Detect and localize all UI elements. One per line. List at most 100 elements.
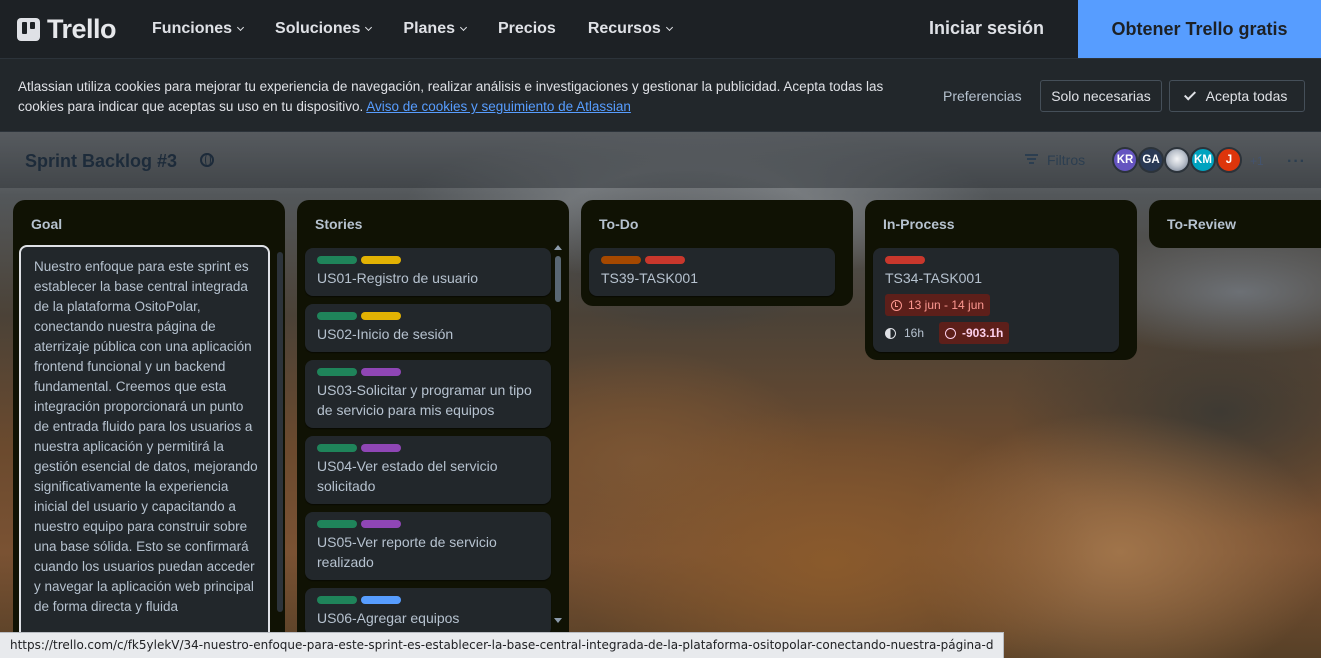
get-trello-free-button[interactable]: Obtener Trello gratis	[1078, 0, 1321, 58]
due-date-badge[interactable]: 13 jun - 14 jun	[885, 294, 991, 316]
label-chip[interactable]	[645, 256, 685, 264]
clock-icon	[891, 299, 902, 311]
filters-button[interactable]: Filtros	[1047, 152, 1085, 168]
list-title[interactable]: In-Process	[883, 216, 955, 232]
top-nav: Trello Funciones Soluciones Planes Preci…	[0, 0, 1321, 58]
time-spent-badge: -903.1h	[939, 322, 1010, 344]
card-labels	[317, 256, 405, 264]
nav-planes[interactable]: Planes	[403, 20, 468, 38]
label-chip[interactable]	[317, 444, 357, 452]
nav-soluciones[interactable]: Soluciones	[275, 20, 373, 38]
avatar[interactable]	[1164, 147, 1190, 173]
nav-label: Precios	[498, 20, 556, 37]
avatar[interactable]: J	[1216, 147, 1242, 173]
avatar[interactable]: KR	[1112, 147, 1138, 173]
story-card[interactable]: US04-Ver estado del servicio solicitado	[305, 436, 551, 504]
list-title[interactable]: To-Do	[599, 216, 638, 232]
estimate-text: 16h	[904, 326, 925, 340]
chevron-down-icon	[665, 23, 673, 32]
trello-logo[interactable]: Trello	[17, 13, 117, 45]
label-chip[interactable]	[317, 256, 357, 264]
nav-label: Soluciones	[275, 20, 361, 37]
task-card[interactable]: TS34-TASK001 13 jun - 14 jun 16h -903.1h	[873, 248, 1119, 352]
label-chip[interactable]	[601, 256, 641, 264]
card-title: US06-Agregar equipos	[317, 610, 460, 626]
cookie-message: Atlassian utiliza cookies para mejorar t…	[18, 77, 918, 117]
list-title[interactable]: To-Review	[1167, 216, 1236, 232]
label-chip[interactable]	[317, 368, 357, 376]
estimate-badge: 16h	[885, 322, 924, 344]
label-chip[interactable]	[361, 444, 401, 452]
check-icon	[1183, 88, 1196, 101]
list-todo: To-Do TS39-TASK001	[581, 200, 853, 306]
nav-label: Planes	[403, 20, 455, 37]
login-link[interactable]: Iniciar sesión	[929, 18, 1044, 39]
scrollbar[interactable]	[277, 252, 283, 612]
list-goal: Goal Nuestro enfoque para este sprint es…	[13, 200, 285, 658]
nav-label: Recursos	[587, 20, 661, 37]
label-chip[interactable]	[317, 596, 357, 604]
card-title: US05-Ver reporte de servicio realizado	[317, 534, 497, 570]
card-title: TS34-TASK001	[885, 270, 983, 286]
logo-text: Trello	[47, 13, 117, 44]
preferences-button[interactable]: Preferencias	[943, 88, 1022, 104]
more-menu-icon[interactable]: ···	[1287, 153, 1306, 171]
chevron-down-icon	[237, 23, 245, 32]
story-card[interactable]: US06-Agregar equipos	[305, 588, 551, 636]
chevron-down-icon	[459, 23, 468, 32]
card-title: US02-Inicio de sesión	[317, 326, 454, 342]
card-labels	[317, 312, 405, 320]
trello-logo-icon	[17, 17, 40, 41]
label-chip[interactable]	[885, 256, 925, 264]
list-stories: Stories US01-Registro de usuario US02-In…	[297, 200, 569, 658]
card-title: TS39-TASK001	[601, 270, 699, 286]
story-card[interactable]: US02-Inicio de sesión	[305, 304, 551, 352]
nav-funciones[interactable]: Funciones	[152, 20, 245, 38]
board-header: Sprint Backlog #3 Filtros KR GA KM J +1 …	[0, 132, 1321, 188]
nav-precios[interactable]: Precios	[498, 20, 556, 38]
label-chip[interactable]	[361, 256, 401, 264]
story-card[interactable]: US01-Registro de usuario	[305, 248, 551, 296]
board-canvas: Sprint Backlog #3 Filtros KR GA KM J +1 …	[0, 132, 1321, 658]
nav-recursos[interactable]: Recursos	[587, 20, 673, 38]
cookie-policy-link[interactable]: Aviso de cookies y seguimiento de Atlass…	[366, 99, 631, 114]
scroll-up-icon[interactable]	[554, 245, 562, 250]
label-chip[interactable]	[317, 312, 357, 320]
card-labels	[317, 368, 405, 376]
accept-all-button[interactable]: Acepta todas	[1169, 80, 1305, 112]
label-chip[interactable]	[361, 368, 401, 376]
avatar[interactable]: KM	[1190, 147, 1216, 173]
avatar[interactable]: GA	[1138, 147, 1164, 173]
label-chip[interactable]	[317, 520, 357, 528]
cookie-banner: Atlassian utiliza cookies para mejorar t…	[0, 58, 1321, 132]
timer-icon	[945, 327, 956, 339]
label-chip[interactable]	[361, 596, 401, 604]
card-title: US01-Registro de usuario	[317, 270, 479, 286]
only-necessary-button[interactable]: Solo necesarias	[1040, 80, 1162, 112]
task-card[interactable]: TS39-TASK001	[589, 248, 835, 296]
goal-description: Nuestro enfoque para este sprint es esta…	[34, 259, 258, 614]
more-members-count[interactable]: +1	[1250, 154, 1264, 168]
goal-card[interactable]: Nuestro enfoque para este sprint es esta…	[19, 245, 270, 658]
cookie-text-line1: Atlassian utiliza cookies para mejorar t…	[18, 79, 884, 94]
accept-all-label: Acepta todas	[1205, 88, 1288, 104]
scroll-down-icon[interactable]	[554, 618, 562, 623]
label-chip[interactable]	[361, 312, 401, 320]
story-card[interactable]: US03-Solicitar y programar un tipo de se…	[305, 360, 551, 428]
board-title[interactable]: Sprint Backlog #3	[25, 151, 177, 172]
label-chip[interactable]	[361, 520, 401, 528]
scrollbar-thumb[interactable]	[555, 256, 561, 302]
card-labels	[601, 256, 689, 264]
globe-icon[interactable]	[200, 153, 214, 167]
card-title: US04-Ver estado del servicio solicitado	[317, 458, 498, 494]
story-card[interactable]: US05-Ver reporte de servicio realizado	[305, 512, 551, 580]
cookie-text-line2: cookies para indicar que aceptas su uso …	[18, 99, 364, 114]
chevron-down-icon	[365, 23, 373, 32]
card-labels	[317, 520, 405, 528]
list-title[interactable]: Stories	[315, 216, 362, 232]
status-bar-url: https://trello.com/c/fk5ylekV/34-nuestro…	[0, 632, 1005, 658]
card-labels	[885, 256, 929, 264]
due-date-text: 13 jun - 14 jun	[908, 298, 985, 312]
time-spent-text: -903.1h	[962, 326, 1004, 340]
list-title[interactable]: Goal	[31, 216, 62, 232]
